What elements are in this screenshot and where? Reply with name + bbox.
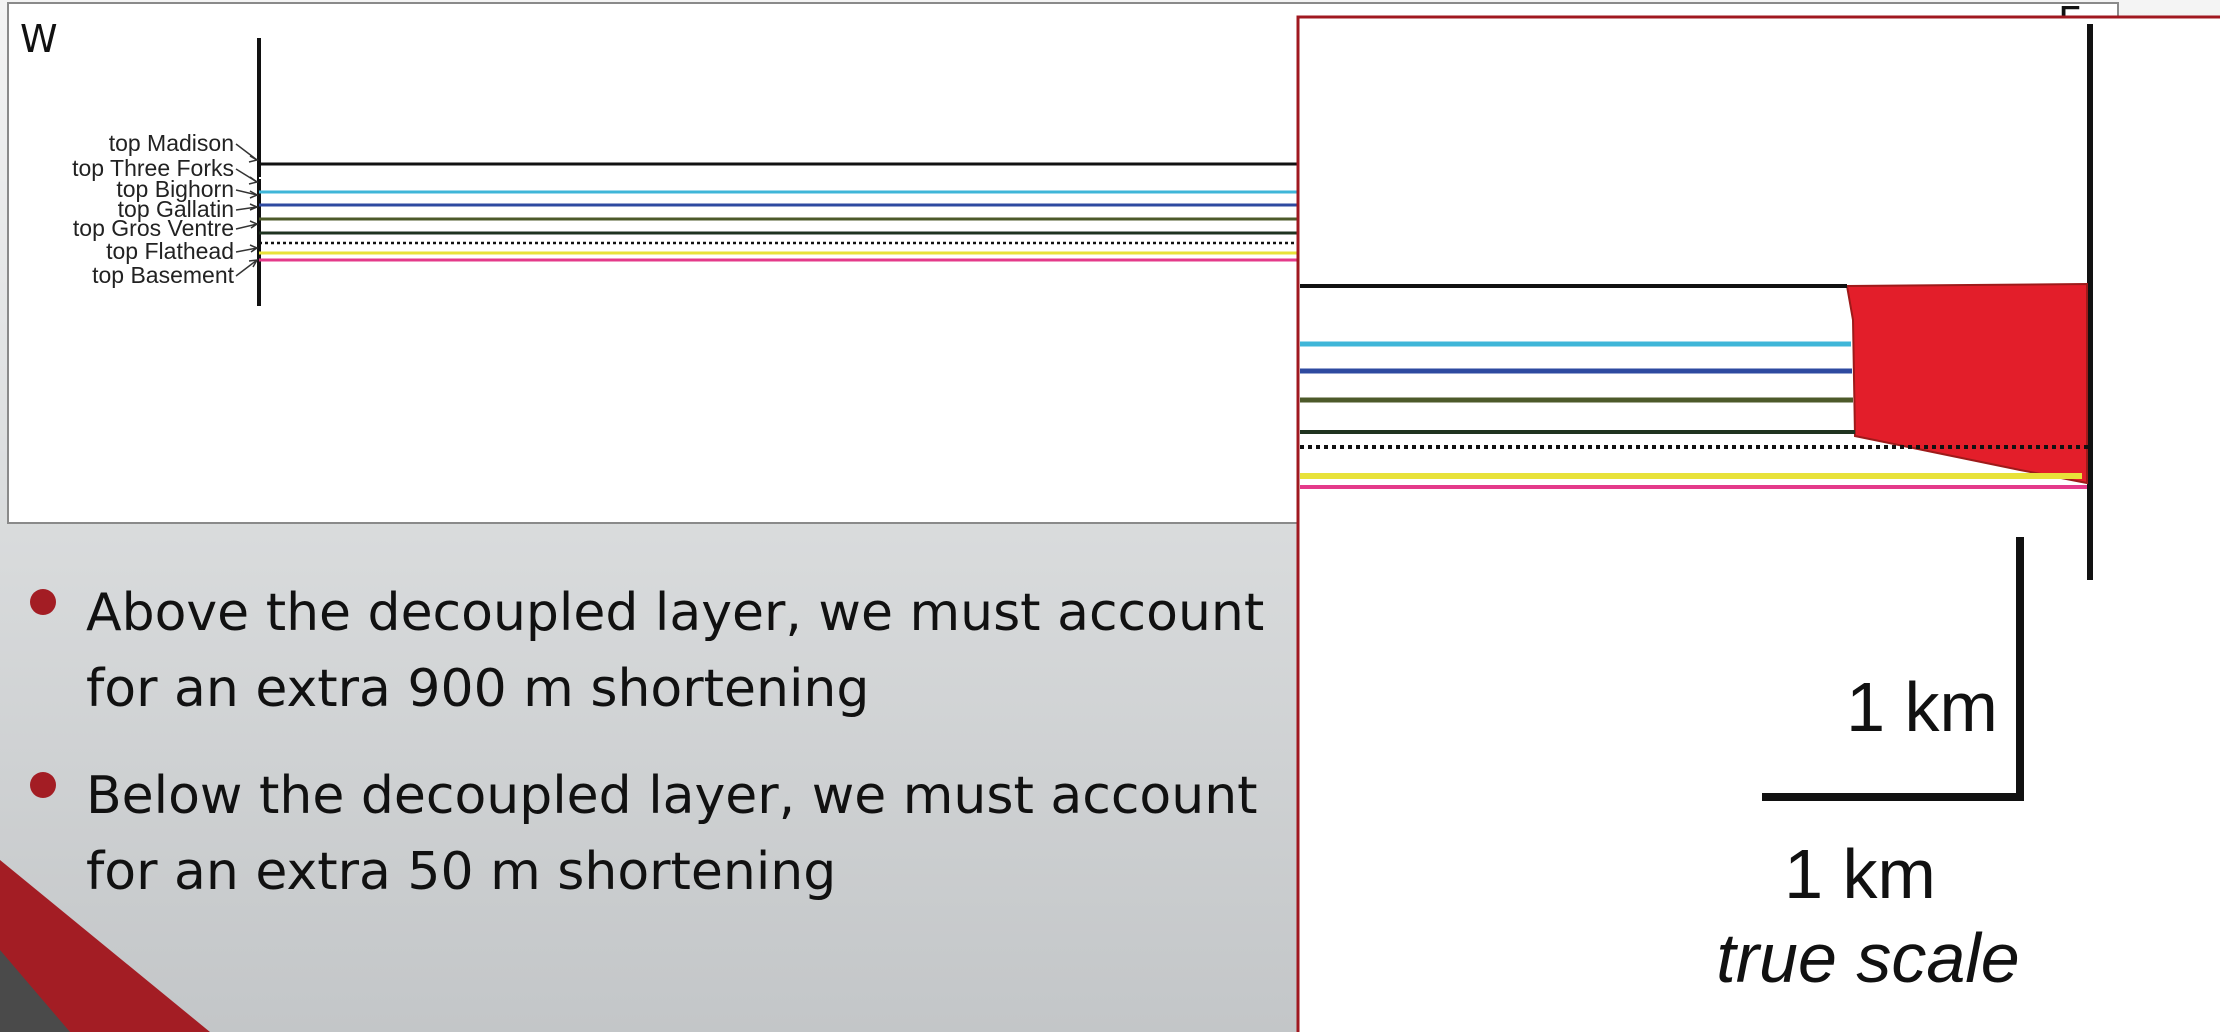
bullet-item: Above the decoupled layer, we must accou… (86, 575, 1306, 727)
detail-section: 1 km 1 km true scale (1296, 15, 2220, 1032)
bullet-list: Above the decoupled layer, we must accou… (0, 0, 1300, 1032)
bullet-line: Above the decoupled layer, we must accou… (86, 583, 1265, 643)
bullet-dot (30, 589, 56, 615)
scale-vertical-label: 1 km (1846, 668, 1998, 746)
bullet-line: Below the decoupled layer, we must accou… (86, 766, 1258, 826)
bullet-item: Below the decoupled layer, we must accou… (86, 758, 1306, 910)
detail-panel (1296, 15, 2220, 1032)
scale-caption: true scale (1716, 919, 2019, 997)
bullet-line: for an extra 900 m shortening (86, 659, 870, 719)
scale-horizontal-label: 1 km (1784, 835, 1936, 913)
bullet-dot (30, 772, 56, 798)
bullet-line: for an extra 50 m shortening (86, 842, 837, 902)
